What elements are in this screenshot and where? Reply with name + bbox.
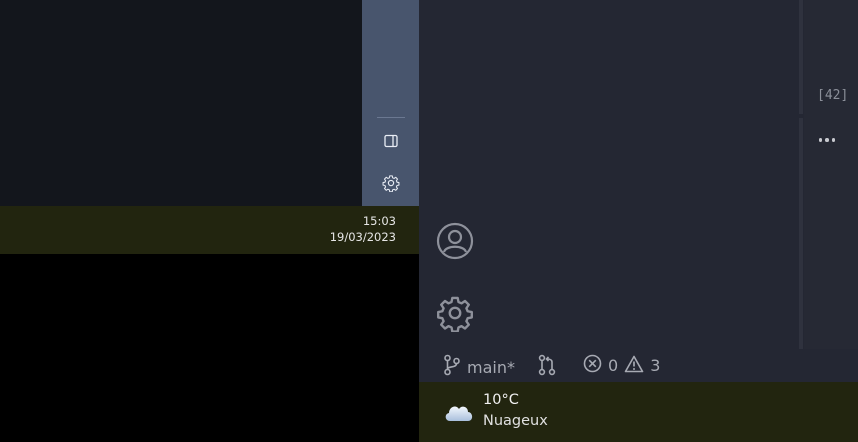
clock-date: 19/03/2023 bbox=[329, 230, 396, 244]
panel-toggle-icon[interactable] bbox=[381, 131, 401, 151]
git-branch-icon bbox=[443, 354, 461, 380]
desktop-area bbox=[0, 254, 419, 442]
gear-icon[interactable] bbox=[436, 294, 474, 333]
branch-name: main* bbox=[467, 357, 515, 377]
status-bar: main* 0 3 bbox=[419, 349, 858, 382]
gear-icon[interactable] bbox=[381, 173, 401, 193]
ellipsis-icon[interactable] bbox=[815, 132, 839, 148]
account-icon[interactable] bbox=[436, 222, 474, 260]
strip-divider bbox=[377, 117, 405, 118]
weather-widget[interactable]: 10°C Nuageux bbox=[419, 382, 858, 442]
scrollbar-track[interactable] bbox=[799, 0, 803, 114]
sync-button[interactable] bbox=[538, 354, 556, 380]
clock-time: 15:03 bbox=[362, 214, 396, 228]
problems-status[interactable]: 0 3 bbox=[583, 354, 660, 377]
weather-condition: Nuageux bbox=[483, 413, 548, 429]
scrollbar-track[interactable] bbox=[799, 118, 803, 349]
error-icon bbox=[583, 354, 602, 377]
error-count: 0 bbox=[608, 356, 619, 375]
git-pull-request-icon bbox=[538, 354, 556, 380]
taskbar-clock-area[interactable]: 15:03 19/03/2023 bbox=[0, 206, 419, 254]
line-count: [42] bbox=[817, 88, 849, 103]
warning-count: 3 bbox=[650, 356, 661, 375]
cloud-icon bbox=[443, 398, 475, 424]
warning-icon bbox=[624, 355, 644, 377]
editor-panel bbox=[419, 0, 858, 382]
branch-status[interactable]: main* bbox=[443, 354, 515, 380]
weather-temperature: 10°C bbox=[483, 392, 519, 408]
editor-gutter bbox=[804, 0, 858, 349]
left-editor-area bbox=[0, 0, 362, 206]
